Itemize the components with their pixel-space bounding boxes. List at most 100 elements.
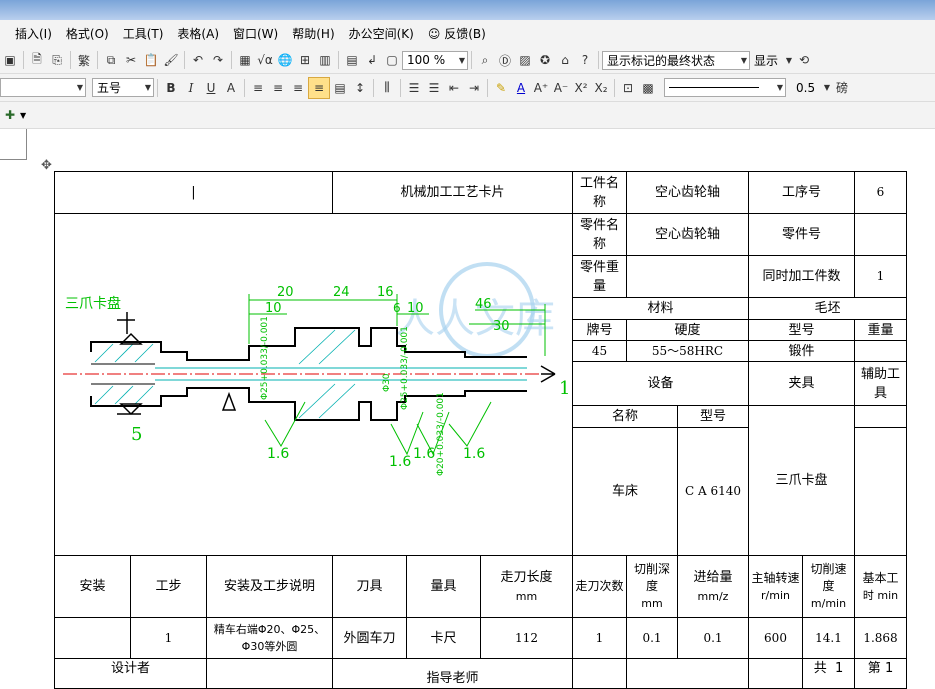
table-move-handle-icon[interactable]: ✥	[41, 158, 52, 173]
format-painter-icon[interactable]: 🖌	[161, 50, 181, 70]
template-icon[interactable]: ✪	[535, 50, 555, 70]
undo-icon[interactable]: ↶	[188, 50, 208, 70]
aux-tool-value-2[interactable]	[854, 427, 907, 556]
increase-indent-icon[interactable]: ⇥	[464, 78, 484, 98]
superscript-icon[interactable]: X²	[571, 78, 591, 98]
dim-label: 6	[393, 301, 401, 315]
menu-office-space[interactable]: 办公空间(K)	[342, 25, 421, 42]
menu-insert[interactable]: 插入(I)	[0, 25, 59, 42]
show-menu-button[interactable]: 显示 ▼	[750, 52, 794, 69]
decrease-indent-icon[interactable]: ⇤	[444, 78, 464, 98]
font-name-select[interactable]: ▼	[0, 78, 86, 97]
zoom-select[interactable]: 100 % ▼	[402, 50, 468, 70]
add-icon[interactable]: ✚	[0, 105, 20, 125]
bullets-icon[interactable]: ☰	[424, 78, 444, 98]
italic-button[interactable]: I	[181, 78, 201, 98]
markup-state-select[interactable]: 显示标记的最终状态 ▼	[602, 50, 750, 70]
vertical-text-icon[interactable]: ⫼	[377, 78, 397, 98]
cut-icon[interactable]: ✂	[121, 50, 141, 70]
blank-type-value: 锻件	[748, 340, 855, 362]
aux-tool-value[interactable]	[854, 405, 907, 428]
part-no-value[interactable]	[854, 213, 907, 256]
footer-blank-3[interactable]	[748, 658, 803, 689]
grade-value: 45	[572, 340, 627, 362]
chevron-down-icon: ▼	[823, 83, 830, 92]
help-icon[interactable]: ?	[575, 50, 595, 70]
menu-format[interactable]: 格式(O)	[59, 25, 116, 42]
bold-button[interactable]: B	[161, 78, 181, 98]
menu-help[interactable]: 帮助(H)	[285, 25, 341, 42]
drawing-toolbar: ✚ ▼	[0, 102, 935, 129]
redo-icon[interactable]: ↷	[208, 50, 228, 70]
header-step: 工步	[130, 555, 207, 618]
highlight-icon[interactable]: ✎	[491, 78, 511, 98]
numbering-icon[interactable]: ☰	[404, 78, 424, 98]
shading-icon[interactable]: ▩	[638, 78, 658, 98]
reading-mode-icon[interactable]: Ⓓ	[495, 50, 515, 70]
open-icon[interactable]: ▣	[0, 50, 20, 70]
blank-weight-value[interactable]	[854, 340, 907, 362]
paste-special-icon[interactable]: ⎘	[47, 50, 67, 70]
footer-designer-value[interactable]	[206, 658, 333, 689]
subscript-icon[interactable]: X₂	[591, 78, 611, 98]
insert-table-icon[interactable]: ▦	[235, 50, 255, 70]
separator	[614, 78, 615, 97]
assistant-icon[interactable]: ⌂	[555, 50, 575, 70]
header-speed-unit: r/min	[761, 588, 790, 602]
font-effects-icon[interactable]: A	[221, 78, 241, 98]
hyperlink-globe-icon[interactable]: 🌐	[275, 50, 295, 70]
document-canvas[interactable]: ✥ | 机械加工工艺卡片 工件名称 空心齿轮轴 工序号 6 人人文库 三爪卡盘 …	[0, 129, 935, 689]
line-spacing-icon[interactable]: ↕	[350, 78, 370, 98]
show-hide-marks-icon[interactable]: ↲	[362, 50, 382, 70]
formula-icon[interactable]: √α	[255, 50, 275, 70]
justify-icon[interactable]: ≡	[308, 76, 330, 99]
print-preview-icon[interactable]: 🗎	[27, 50, 47, 70]
copy-icon[interactable]: ⧉	[101, 50, 121, 70]
row-tool: 外圆车刀	[332, 617, 407, 659]
chevron-down-icon[interactable]: ▼	[20, 111, 26, 120]
menu-feedback-label: 反馈(B)	[444, 27, 486, 41]
distribute-icon[interactable]: ▤	[330, 78, 350, 98]
title-blank-cell[interactable]: |	[54, 171, 333, 214]
shrink-font-icon[interactable]: A⁻	[551, 78, 571, 98]
page-icon[interactable]: ▢	[382, 50, 402, 70]
font-size-value: 五号	[97, 81, 122, 95]
grow-font-icon[interactable]: A⁺	[531, 78, 551, 98]
dim-label: 30	[493, 319, 510, 334]
header-speed: 主轴转速 r/min	[748, 555, 803, 618]
part-weight-value[interactable]	[626, 255, 749, 298]
line-width-select[interactable]: 0.5 ▼	[792, 79, 832, 96]
header-base-time: 基本工时 min	[854, 555, 907, 618]
underline-button[interactable]: U	[201, 78, 221, 98]
border-icon[interactable]: ⊡	[618, 78, 638, 98]
menu-table[interactable]: 表格(A)	[170, 25, 226, 42]
header-cut-speed-label: 切削速度	[810, 562, 847, 593]
font-size-select[interactable]: 五号 ▼	[92, 78, 154, 97]
line-style-select[interactable]: ▼	[664, 78, 786, 97]
part-name-value: 空心齿轮轴	[626, 213, 749, 256]
traditional-chinese-button[interactable]: 繁	[74, 50, 94, 70]
menu-feedback[interactable]: ☺ 反馈(B)	[421, 25, 493, 42]
row-cut-length: 112	[480, 617, 573, 659]
columns-icon[interactable]: ▥	[315, 50, 335, 70]
align-center-icon[interactable]: ≡	[268, 78, 288, 98]
header-tool: 刀具	[332, 555, 407, 618]
paste-icon[interactable]: 📋	[141, 50, 161, 70]
document-map-icon[interactable]: ▤	[342, 50, 362, 70]
binoculars-icon[interactable]: ⌕	[475, 50, 495, 70]
menu-window[interactable]: 窗口(W)	[226, 25, 285, 42]
align-left-icon[interactable]: ≡	[248, 78, 268, 98]
equipment-label: 设备	[572, 361, 749, 406]
gallery-icon[interactable]: ▨	[515, 50, 535, 70]
row-install[interactable]	[54, 617, 131, 659]
align-right-icon[interactable]: ≡	[288, 78, 308, 98]
tool-arrow-icon	[540, 365, 556, 383]
footer-blank-2[interactable]	[626, 658, 749, 689]
workpiece-name-value: 空心齿轮轴	[626, 171, 749, 214]
font-color-icon[interactable]: A	[511, 78, 531, 98]
separator	[23, 51, 24, 69]
table-grid-icon[interactable]: ⊞	[295, 50, 315, 70]
track-changes-icon[interactable]: ⟲	[794, 50, 814, 70]
footer-blank-1[interactable]	[572, 658, 627, 689]
menu-tools[interactable]: 工具(T)	[116, 25, 171, 42]
